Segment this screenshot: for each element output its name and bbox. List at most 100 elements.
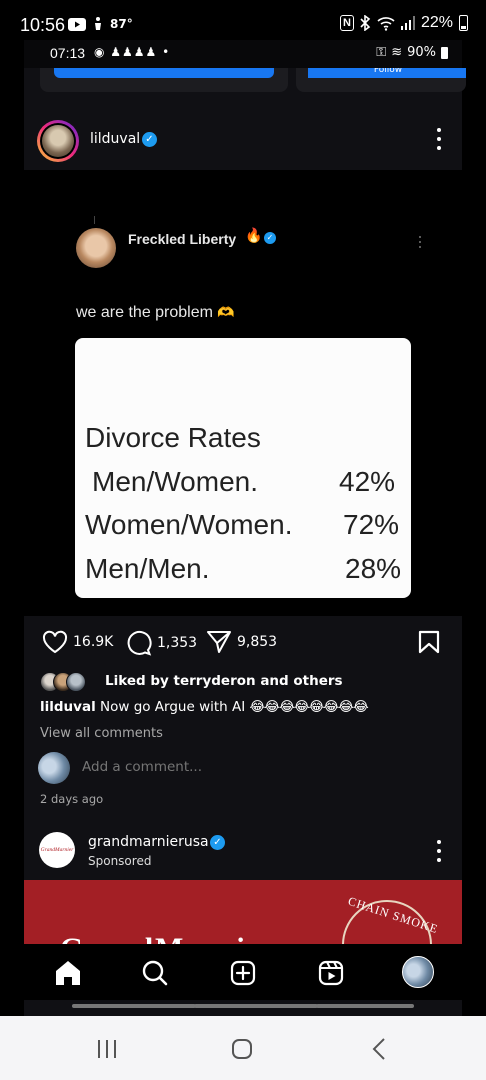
- comment-icon: [127, 630, 152, 656]
- verified-badge-icon: ✓: [142, 132, 157, 147]
- youtube-icon: [68, 17, 86, 31]
- divorce-rates-card: Divorce Rates Men/Women. 42% Women/Women…: [75, 338, 411, 598]
- sponsored-post-header: GrandMarnier grandmarnierusa ✓ Sponsored: [24, 826, 462, 876]
- liked-by-text: Liked by terryderon and others: [105, 673, 343, 689]
- tweet-text-body: we are the problem: [76, 304, 213, 321]
- heart-hands-icon: 🫶: [217, 304, 235, 320]
- tweet-more-icon: [419, 236, 421, 248]
- bookmark-icon[interactable]: [418, 630, 440, 654]
- caption-emojis: 😂😂😂😂😂😂😂😂: [249, 699, 369, 715]
- status-right-icons: N 22%: [340, 14, 468, 32]
- home-icon: [56, 961, 80, 985]
- bottom-nav-bar: [24, 944, 462, 1000]
- home-button[interactable]: [230, 1038, 254, 1060]
- outer-status-bar: 10:56 87° N 22%: [0, 0, 486, 40]
- comment-button[interactable]: 1,353: [126, 630, 197, 656]
- view-all-comments-link[interactable]: View all comments: [40, 726, 163, 741]
- more-options-icon[interactable]: [436, 840, 442, 862]
- inner-status-right: ⚿ ≋ 90%: [376, 45, 448, 60]
- add-comment-row[interactable]: [38, 752, 458, 784]
- nav-home[interactable]: [53, 958, 83, 988]
- shares-count: 9,853: [237, 634, 278, 650]
- battery-icon: [459, 15, 468, 31]
- row-percent: 72%: [343, 509, 400, 540]
- nav-create[interactable]: [228, 958, 258, 988]
- tweet-avatar: [76, 228, 116, 268]
- inner-battery-icon: [441, 46, 448, 59]
- instagram-screen: 07:13 ◉ ♟♟♟♟ • ⚿ ≋ 90% Follow lilduval ✓…: [24, 40, 466, 1040]
- sponsored-media[interactable]: GrandMarnier CHAIN SMOKE: [24, 880, 462, 944]
- tweet-text: we are the problem 🫶: [76, 304, 235, 322]
- liked-by-row[interactable]: Liked by terryderon and others: [40, 672, 460, 692]
- inner-status-time: 07:13: [50, 45, 86, 61]
- temperature: 87°: [110, 17, 133, 31]
- card-title: Divorce Rates: [85, 422, 261, 453]
- previous-follow-button[interactable]: [54, 68, 274, 78]
- row-label: Men/Women.: [92, 466, 258, 497]
- previous-follow-button-2[interactable]: Follow: [308, 68, 466, 78]
- create-icon: [230, 960, 256, 986]
- inner-battery-percent: 90%: [407, 45, 436, 60]
- post-caption: lilduval Now go Argue with AI 😂😂😂😂😂😂😂😂: [40, 699, 369, 715]
- inner-gesture-bar: [194, 1004, 318, 1008]
- nav-reels[interactable]: [316, 958, 346, 988]
- tweet-verified-icon: ✓: [264, 232, 276, 244]
- ad-brand-text: GrandMarnier: [60, 932, 277, 944]
- row-label: Men/Men.: [85, 553, 210, 584]
- previous-suggestion-card: [40, 68, 288, 92]
- back-button[interactable]: [367, 1038, 391, 1060]
- signal-icon: [400, 16, 415, 30]
- send-icon: [207, 631, 231, 653]
- share-button[interactable]: 9,853: [206, 630, 277, 654]
- sponsor-logo[interactable]: GrandMarnier: [39, 832, 75, 868]
- key-icon: ⚿: [376, 45, 387, 60]
- likes-count: 16.9K: [73, 634, 114, 650]
- avatar: [42, 125, 74, 157]
- search-icon: [142, 960, 168, 986]
- sponsor-username[interactable]: grandmarnierusa: [88, 834, 209, 850]
- recents-button[interactable]: [95, 1038, 119, 1060]
- nav-search[interactable]: [140, 958, 170, 988]
- nfc-icon: N: [340, 15, 354, 31]
- back-chevron-icon: [372, 1038, 385, 1060]
- post-actions: 16.9K 1,353 9,853: [24, 626, 462, 658]
- caption-username[interactable]: lilduval: [40, 699, 96, 715]
- inner-status-bar: 07:13 ◉ ♟♟♟♟ • ⚿ ≋ 90%: [24, 40, 462, 68]
- status-time: 10:56: [20, 15, 66, 35]
- more-options-icon[interactable]: [436, 128, 442, 150]
- battery-percent: 22%: [420, 14, 453, 31]
- heart-icon: [42, 630, 68, 654]
- wifi-icon: ≋: [391, 45, 403, 60]
- verified-badge-icon: ✓: [210, 835, 225, 850]
- accessibility-icon: [95, 17, 101, 30]
- nav-profile-avatar[interactable]: [402, 956, 434, 988]
- home-circle-icon: [232, 1039, 252, 1059]
- comments-count: 1,353: [157, 635, 198, 651]
- like-button[interactable]: 16.9K: [42, 630, 113, 654]
- post-media[interactable]: Freckled Liberty 🔥 ✓ we are the problem …: [24, 170, 462, 616]
- thread-line: [94, 216, 95, 224]
- story-ring[interactable]: [37, 120, 79, 162]
- row-label: Women/Women.: [85, 509, 293, 540]
- system-nav-bar: [0, 1016, 486, 1080]
- row-percent: 28%: [345, 553, 402, 584]
- reels-icon: [318, 960, 344, 986]
- post-header: lilduval ✓: [24, 112, 462, 170]
- inner-gesture-bar: [316, 1004, 414, 1008]
- inner-gesture-bar: [72, 1004, 196, 1008]
- status-left-icons: 87°: [68, 17, 133, 31]
- my-avatar: [38, 752, 70, 784]
- caption-text: Now go Argue with AI: [100, 699, 246, 715]
- add-comment-input[interactable]: [82, 759, 382, 775]
- recents-icon: [98, 1040, 116, 1058]
- post-timestamp: 2 days ago: [40, 792, 104, 806]
- wifi-icon: [377, 16, 395, 31]
- row-percent: 42%: [339, 466, 396, 497]
- sponsored-label: Sponsored: [88, 854, 152, 868]
- bluetooth-icon: [360, 15, 371, 31]
- post-username[interactable]: lilduval: [90, 131, 140, 147]
- liker-avatar: [66, 672, 86, 692]
- tweet-author-name: Freckled Liberty: [128, 231, 237, 247]
- previous-suggestion-card-2: Follow: [296, 68, 466, 92]
- fire-icon: 🔥: [245, 228, 263, 244]
